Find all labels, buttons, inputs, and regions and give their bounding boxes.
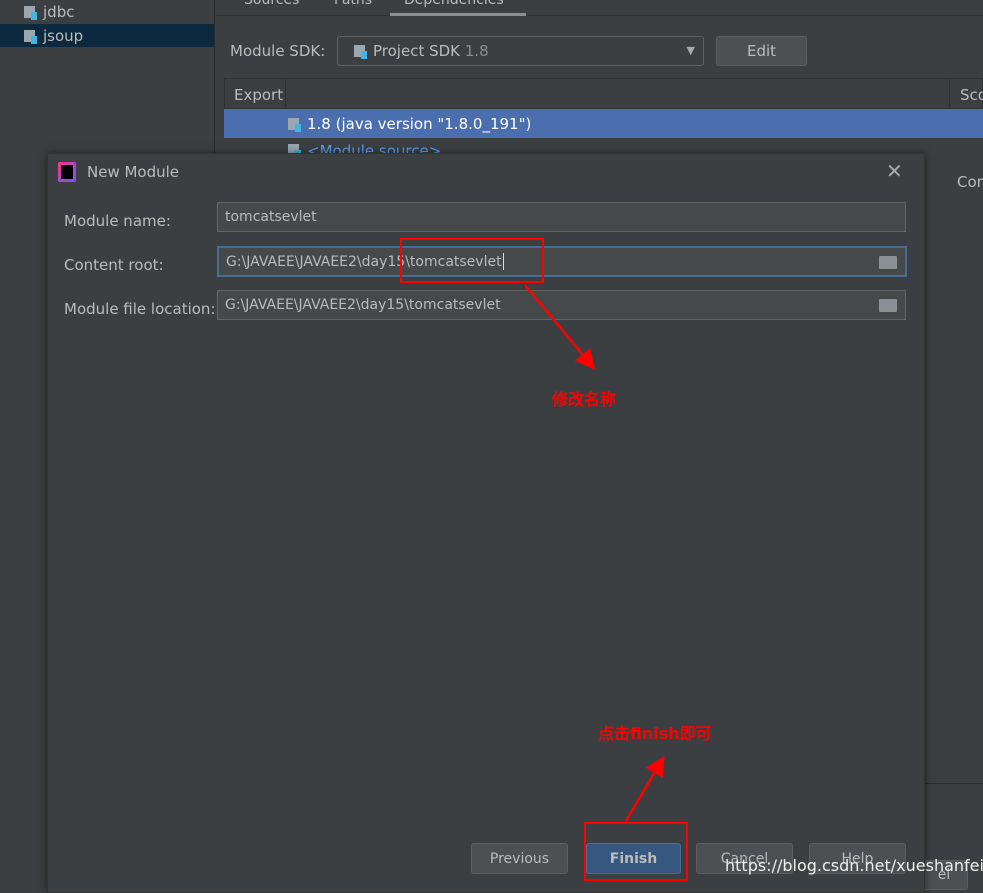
annotation-click-finish: 点击finish即可 (598, 724, 712, 743)
annotation-rename: 修改名称 (552, 390, 617, 409)
arrow-to-rename-note (524, 284, 596, 370)
arrow-to-finish-note (624, 755, 665, 822)
annotation-arrows (524, 284, 665, 822)
watermark: https://blog.csdn.net/xueshanfeitian (725, 856, 983, 875)
